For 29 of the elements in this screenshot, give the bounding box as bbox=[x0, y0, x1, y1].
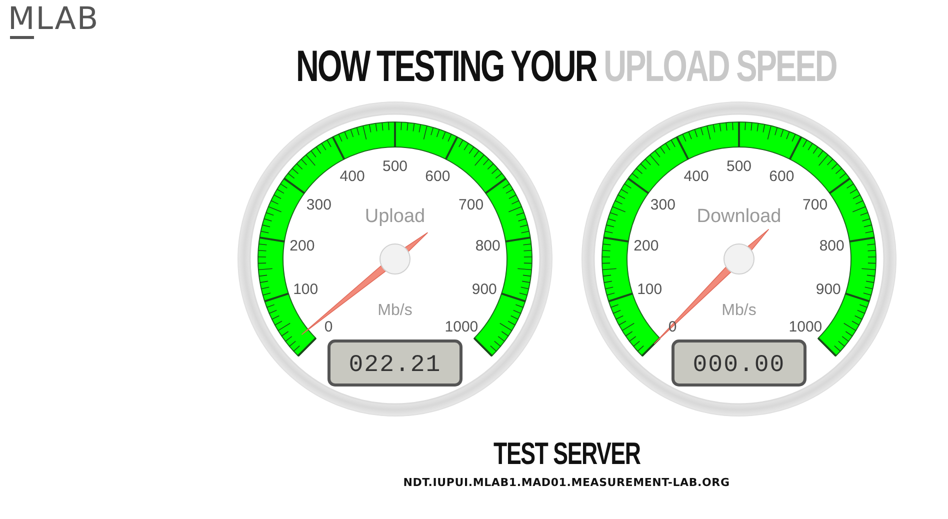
scale-label: 400 bbox=[683, 168, 708, 186]
scale-label: 200 bbox=[289, 238, 314, 255]
scale-label: 500 bbox=[382, 158, 408, 176]
gauge-title: Download bbox=[696, 206, 781, 228]
scale-label: 400 bbox=[339, 168, 364, 186]
speed-readout: 000.00 bbox=[692, 352, 785, 380]
scale-label: 600 bbox=[768, 168, 794, 186]
scale-label: 100 bbox=[636, 281, 662, 298]
scale-label: 700 bbox=[458, 197, 484, 214]
scale-label: 1000 bbox=[444, 318, 478, 336]
speed-readout: 022.21 bbox=[348, 352, 441, 380]
scale-label: 800 bbox=[818, 238, 844, 255]
scale-label: 300 bbox=[306, 197, 331, 214]
scale-label: 900 bbox=[471, 281, 496, 298]
scale-label: 1000 bbox=[788, 318, 822, 336]
section-heading: TEST SERVER bbox=[493, 437, 640, 472]
scale-label: 100 bbox=[292, 281, 318, 298]
scale-label: 800 bbox=[474, 238, 500, 255]
scale-label: 500 bbox=[726, 158, 752, 176]
unit-label: Mb/s bbox=[377, 302, 412, 320]
scale-label: 300 bbox=[650, 197, 675, 214]
scale-label: 200 bbox=[633, 238, 658, 255]
scale-label: 600 bbox=[424, 168, 450, 186]
unit-label: Mb/s bbox=[721, 302, 756, 320]
scale-label: 900 bbox=[815, 281, 840, 298]
gauge-title: Upload bbox=[364, 206, 425, 228]
server-hostname: NDT.IUPUI.MLAB1.MAD01.MEASUREMENT-LAB.ORG bbox=[403, 475, 730, 492]
scale-label: 0 bbox=[324, 318, 332, 336]
scale-label: 700 bbox=[802, 197, 828, 214]
